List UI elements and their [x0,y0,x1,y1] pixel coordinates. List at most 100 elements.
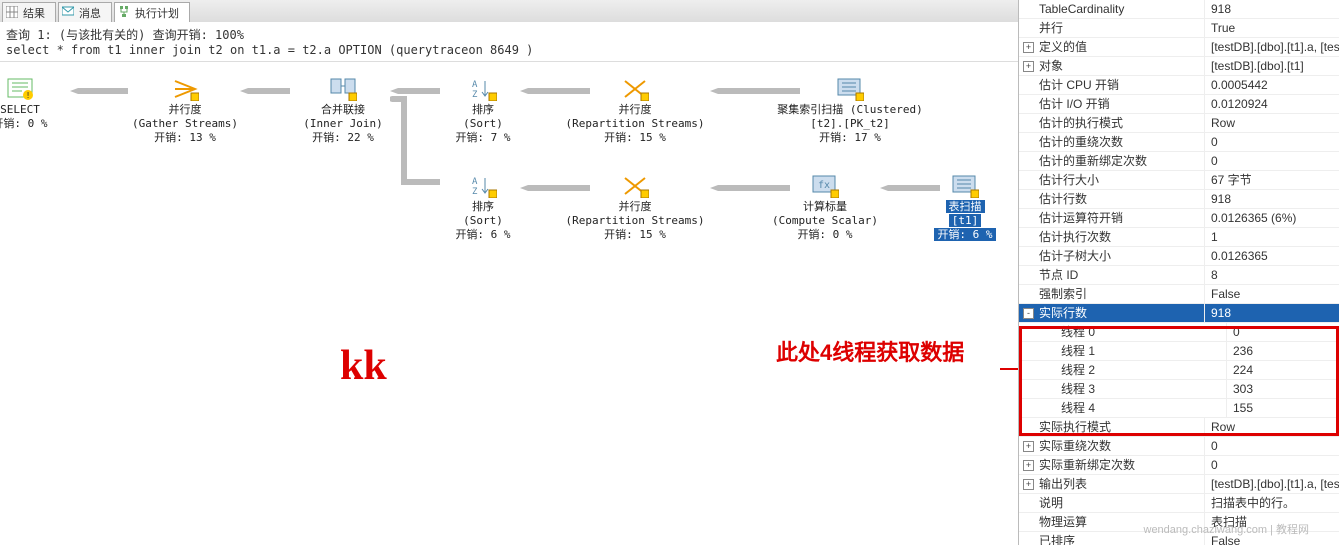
annotation-hint: 此处4线程获取数据 [776,335,964,367]
expand-icon[interactable]: + [1023,460,1034,471]
prop-row[interactable]: 线程 1236 [1019,342,1339,361]
annotation-kk: kk [340,342,387,390]
expand-icon[interactable]: + [1023,42,1034,53]
prop-row[interactable]: 估计运算符开销0.0126365 (6%) [1019,209,1339,228]
prop-key: 估计的执行模式 [1019,114,1205,132]
prop-value: 0 [1205,437,1339,455]
prop-row[interactable]: +对象[testDB].[dbo].[t1] [1019,57,1339,76]
prop-row[interactable]: 线程 4155 [1019,399,1339,418]
prop-row[interactable]: 线程 00 [1019,323,1339,342]
prop-value: 0.0126365 [1205,247,1339,265]
prop-value: 303 [1227,380,1339,398]
parallelism-icon [621,77,649,101]
prop-row[interactable]: 实际执行模式Row [1019,418,1339,437]
prop-row[interactable]: 线程 3303 [1019,380,1339,399]
prop-value: 67 字节 [1205,171,1339,189]
properties-panel[interactable]: TableCardinality918并行True+定义的值[testDB].[… [1018,0,1339,545]
plan-pane: 查询 1: (与该批有关的) 查询开销: 100% select * from … [0,22,1019,545]
svg-text:Z: Z [472,90,478,100]
prop-value: 918 [1205,190,1339,208]
prop-row[interactable]: 估计子树大小0.0126365 [1019,247,1339,266]
prop-row[interactable]: 说明扫描表中的行。 [1019,494,1339,513]
prop-value: 918 [1205,304,1339,322]
annotation-line [1000,368,1019,370]
prop-value: 155 [1227,399,1339,417]
svg-text:A: A [472,80,478,90]
prop-key: 并行 [1019,19,1205,37]
prop-value: 918 [1205,0,1339,18]
plan-arrow [70,84,128,98]
prop-value: 236 [1227,342,1339,360]
expand-icon[interactable]: + [1023,441,1034,452]
prop-row[interactable]: 估计行数918 [1019,190,1339,209]
prop-key: 线程 3 [1019,380,1227,398]
query-header: 查询 1: (与该批有关的) 查询开销: 100% select * from … [0,22,1018,62]
prop-row[interactable]: +输出列表[testDB].[dbo].[t1].a, [testD [1019,475,1339,494]
tab-messages[interactable]: 消息 [58,2,112,22]
expand-icon[interactable]: - [1023,308,1034,319]
prop-row[interactable]: 强制索引False [1019,285,1339,304]
tab-plan[interactable]: 执行计划 [114,2,190,22]
plan-arrow [390,96,440,188]
prop-row[interactable]: 节点 ID8 [1019,266,1339,285]
plan-arrow [710,84,800,98]
prop-key: 估计运算符开销 [1019,209,1205,227]
grid-icon [6,6,18,18]
node-select[interactable]: ! SELECT开销: 0 % [0,77,75,131]
prop-row[interactable]: 估计 I/O 开销0.0120924 [1019,95,1339,114]
prop-value: 224 [1227,361,1339,379]
prop-value: 0 [1205,133,1339,151]
prop-key: 估计行数 [1019,190,1205,208]
watermark: wendang.chaziwang.com | 教程网 [1144,521,1310,537]
expand-icon[interactable]: + [1023,479,1034,490]
prop-key: 估计执行次数 [1019,228,1205,246]
prop-key: -实际行数 [1019,304,1205,322]
compute-scalar-icon: fx [811,174,839,198]
tab-label: 执行计划 [135,8,179,20]
prop-row[interactable]: 估计行大小67 字节 [1019,171,1339,190]
tab-label: 消息 [79,8,101,20]
prop-value: 0 [1227,323,1339,341]
prop-key: +实际重绕次数 [1019,437,1205,455]
plan-arrow [520,181,590,195]
prop-row[interactable]: +实际重新绑定次数0 [1019,456,1339,475]
prop-row[interactable]: 估计的重新绑定次数0 [1019,152,1339,171]
prop-value: False [1205,285,1339,303]
prop-key: +对象 [1019,57,1205,75]
prop-key: 强制索引 [1019,285,1205,303]
prop-key: 估计行大小 [1019,171,1205,189]
prop-row[interactable]: 估计执行次数1 [1019,228,1339,247]
svg-text:Z: Z [472,187,478,197]
prop-value: 扫描表中的行。 [1205,494,1339,512]
select-icon: ! [6,77,34,101]
svg-text:!: ! [26,91,31,100]
prop-value: True [1205,19,1339,37]
prop-key: 估计的重绕次数 [1019,133,1205,151]
execution-plan[interactable]: ! SELECT开销: 0 % 并行度(Gather Streams)开销: 1… [0,62,1018,522]
prop-row[interactable]: 估计 CPU 开销0.0005442 [1019,76,1339,95]
prop-row[interactable]: TableCardinality918 [1019,0,1339,19]
prop-key: 估计 I/O 开销 [1019,95,1205,113]
node-gather-streams[interactable]: 并行度(Gather Streams)开销: 13 % [110,77,260,145]
svg-text:A: A [472,177,478,187]
prop-row[interactable]: 估计的执行模式Row [1019,114,1339,133]
sort-icon: AZ [469,174,497,198]
prop-row[interactable]: +定义的值[testDB].[dbo].[t1].a, [testD [1019,38,1339,57]
prop-value: Row [1205,114,1339,132]
prop-row[interactable]: 估计的重绕次数0 [1019,133,1339,152]
tab-results[interactable]: 结果 [2,2,56,22]
prop-row[interactable]: +实际重绕次数0 [1019,437,1339,456]
prop-key: +实际重新绑定次数 [1019,456,1205,474]
expand-icon[interactable]: + [1023,61,1034,72]
prop-value: 0.0126365 (6%) [1205,209,1339,227]
table-scan-icon [951,174,979,198]
index-scan-icon [836,77,864,101]
tab-label: 结果 [23,8,45,20]
prop-value: Row [1205,418,1339,436]
prop-row[interactable]: -实际行数918 [1019,304,1339,323]
plan-arrow [240,84,290,98]
prop-key: 估计子树大小 [1019,247,1205,265]
prop-row[interactable]: 并行True [1019,19,1339,38]
prop-row[interactable]: 线程 2224 [1019,361,1339,380]
prop-value: 0.0005442 [1205,76,1339,94]
